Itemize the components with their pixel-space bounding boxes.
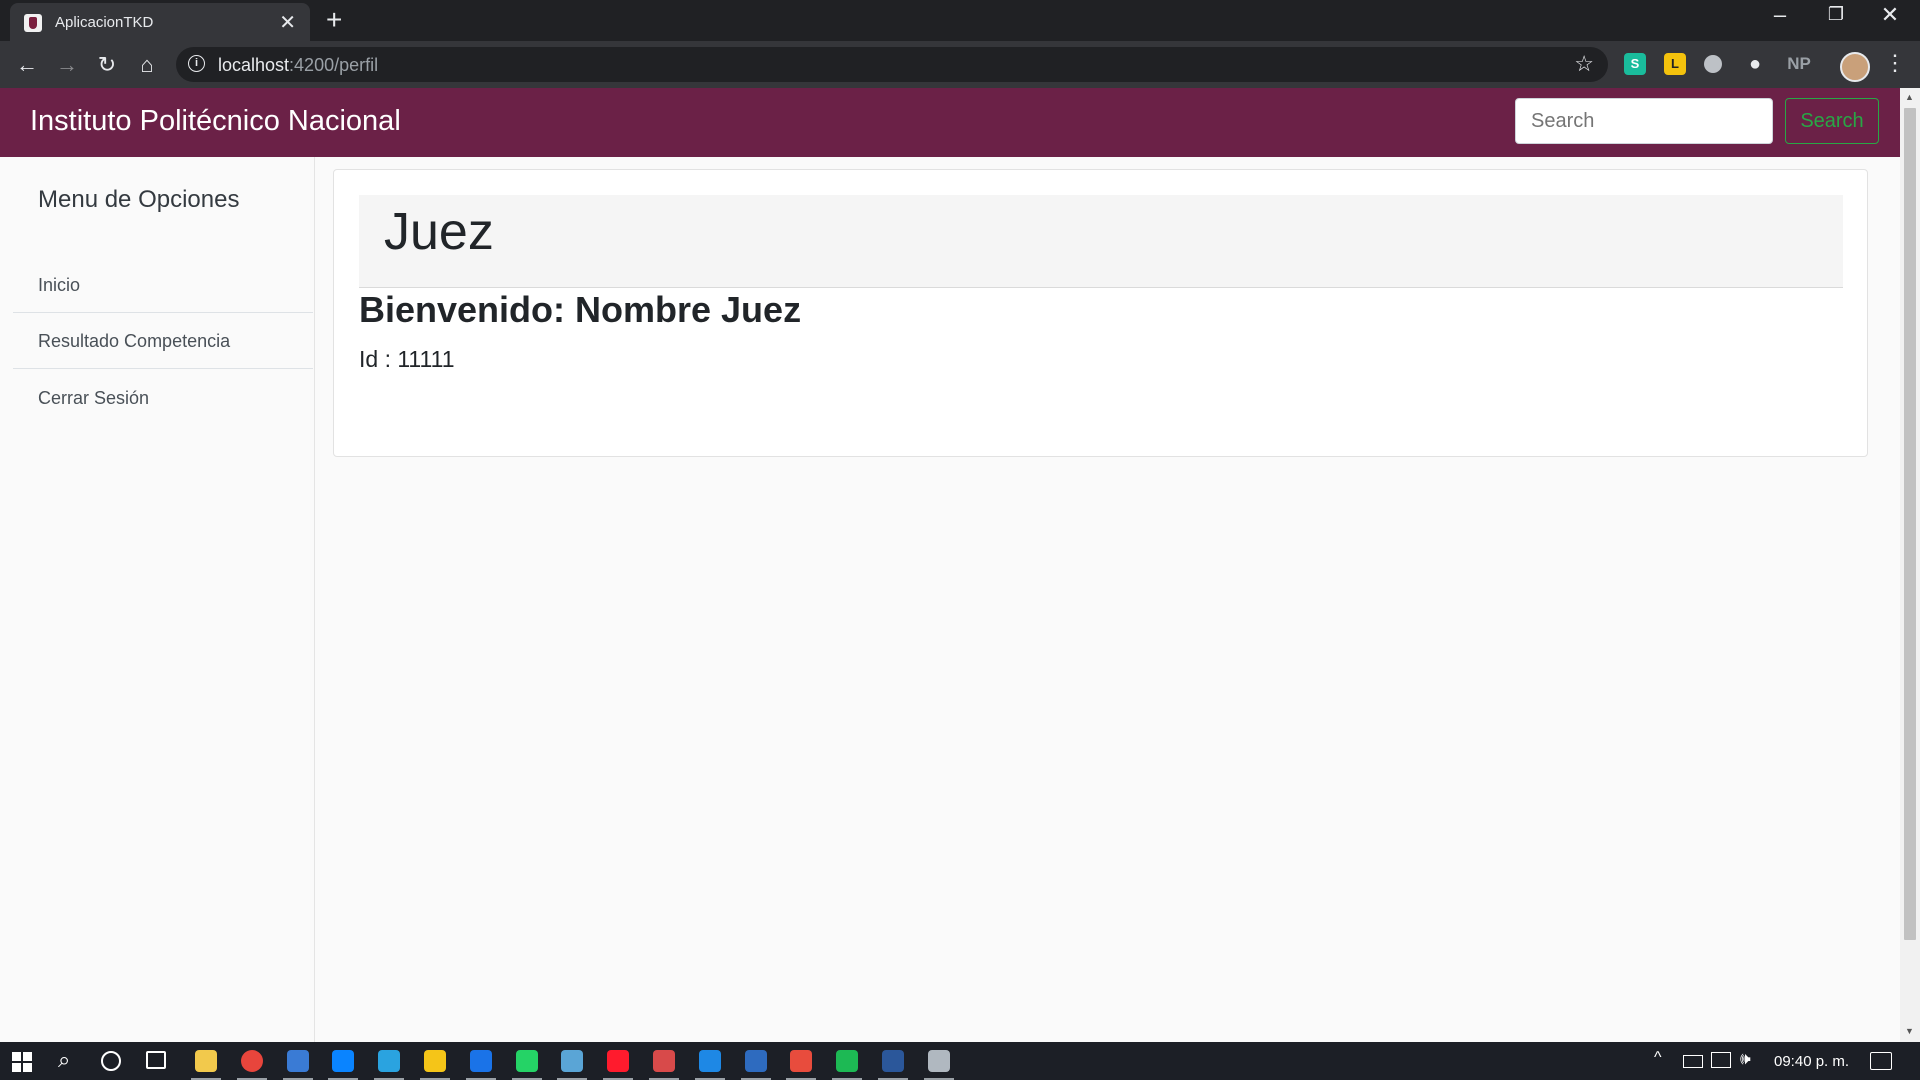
game-icon[interactable]	[653, 1050, 675, 1072]
address-bar[interactable]: i localhost:4200/perfil ☆	[176, 47, 1608, 82]
home-icon[interactable]: ⌂	[132, 50, 162, 80]
edge-icon[interactable]	[332, 1050, 355, 1072]
sidebar-item-inicio[interactable]: Inicio	[13, 257, 313, 313]
browser-tab-bar: AplicacionTKD ✕ + – ❐ ✕	[0, 0, 1920, 41]
show-hidden-icons-icon[interactable]: ^	[1654, 1049, 1662, 1067]
brand-title[interactable]: Instituto Politécnico Nacional	[30, 105, 401, 138]
network-icon[interactable]	[1711, 1052, 1731, 1068]
url-host: localhost	[218, 55, 290, 75]
url-text[interactable]: localhost:4200/perfil	[218, 55, 378, 76]
role-title: Juez	[384, 203, 494, 261]
user-id-text: Id : 11111	[359, 346, 455, 372]
browser-tab[interactable]: AplicacionTKD ✕	[10, 3, 310, 41]
forward-arrow-icon[interactable]: →	[52, 50, 82, 80]
notifications-icon[interactable]	[1870, 1052, 1892, 1070]
zoom-icon[interactable]	[561, 1050, 584, 1072]
sidebar-item-label: Inicio	[38, 275, 81, 295]
extension-np-icon[interactable]: NP	[1784, 53, 1814, 75]
more-menu-icon[interactable]: ⋮	[1884, 50, 1906, 76]
extension-circle-icon[interactable]	[1704, 55, 1722, 73]
store-icon[interactable]	[286, 1050, 309, 1072]
chrome-icon[interactable]	[240, 1050, 263, 1072]
tab-title: AplicacionTKD	[55, 14, 154, 31]
app-navbar: Instituto Politécnico Nacional Search	[0, 88, 1900, 157]
favicon-icon	[24, 14, 42, 32]
sidebar-item-cerrar-sesion[interactable]: Cerrar Sesión	[13, 370, 313, 426]
taskbar-clock[interactable]: 09:40 p. m.	[1774, 1053, 1849, 1070]
volume-icon[interactable]: 🕪	[1740, 1049, 1751, 1069]
sidebar-title: Menu de Opciones	[38, 186, 240, 213]
cortana-icon[interactable]	[101, 1051, 121, 1071]
extension-chat-icon[interactable]: ●	[1744, 53, 1766, 75]
search-icon[interactable]: ⌕	[58, 1047, 70, 1073]
bookmark-star-icon[interactable]: ☆	[1574, 51, 1594, 77]
reload-icon[interactable]: ↻	[92, 50, 122, 80]
page-scrollbar[interactable]: ▲ ▼	[1900, 88, 1920, 1042]
word-icon[interactable]	[882, 1050, 904, 1072]
scrollbar-thumb[interactable]	[1904, 108, 1916, 940]
minimize-icon[interactable]: –	[1760, 2, 1800, 28]
browser-toolbar: ← → ↻ ⌂ i localhost:4200/perfil ☆ S L ● …	[0, 41, 1920, 88]
battery-icon[interactable]	[1683, 1055, 1703, 1068]
file-explorer-icon[interactable]	[195, 1050, 217, 1072]
task-view-icon[interactable]	[146, 1051, 166, 1069]
profile-avatar[interactable]	[1840, 52, 1870, 82]
telegram-icon[interactable]	[378, 1050, 401, 1072]
windows-start-icon[interactable]	[12, 1052, 32, 1072]
vscode-icon[interactable]	[698, 1050, 721, 1072]
search-input[interactable]	[1515, 98, 1773, 144]
norton-icon[interactable]	[424, 1050, 446, 1072]
welcome-heading: Bienvenido: Nombre Juez	[359, 289, 802, 330]
scroll-up-arrow-icon[interactable]: ▲	[1905, 92, 1914, 102]
scroll-down-arrow-icon[interactable]: ▼	[1905, 1026, 1914, 1036]
info-icon[interactable]: i	[188, 55, 205, 72]
restore-icon[interactable]: ❐	[1816, 4, 1856, 25]
role-header: Juez	[359, 195, 1843, 288]
extension-s-icon[interactable]: S	[1624, 53, 1646, 75]
app-icon[interactable]	[927, 1050, 950, 1072]
url-path: :4200/perfil	[289, 55, 379, 75]
extension-l-icon[interactable]: L	[1664, 53, 1686, 75]
window-close-icon[interactable]: ✕	[1870, 2, 1910, 28]
close-tab-icon[interactable]: ✕	[279, 10, 296, 35]
sidebar-item-label: Cerrar Sesión	[38, 388, 150, 408]
project-icon[interactable]	[744, 1050, 767, 1072]
sidebar-item-resultado-competencia[interactable]: Resultado Competencia	[13, 313, 313, 369]
taskbar: ⌕ ^ 🕪 09:40 p. m.	[0, 1042, 1920, 1080]
search-button[interactable]: Search	[1785, 98, 1879, 144]
whatsapp-icon[interactable]	[515, 1050, 538, 1072]
new-tab-icon[interactable]: +	[326, 4, 342, 36]
maps-icon[interactable]	[469, 1050, 492, 1072]
spotify-icon[interactable]	[836, 1050, 859, 1072]
sidebar-item-label: Resultado Competencia	[38, 331, 231, 351]
back-arrow-icon[interactable]: ←	[12, 50, 42, 80]
opera-icon[interactable]	[607, 1050, 630, 1072]
chrome-canary-icon[interactable]	[790, 1050, 813, 1072]
profile-card: Juez Bienvenido: Nombre Juez Id : 11111	[333, 169, 1868, 457]
